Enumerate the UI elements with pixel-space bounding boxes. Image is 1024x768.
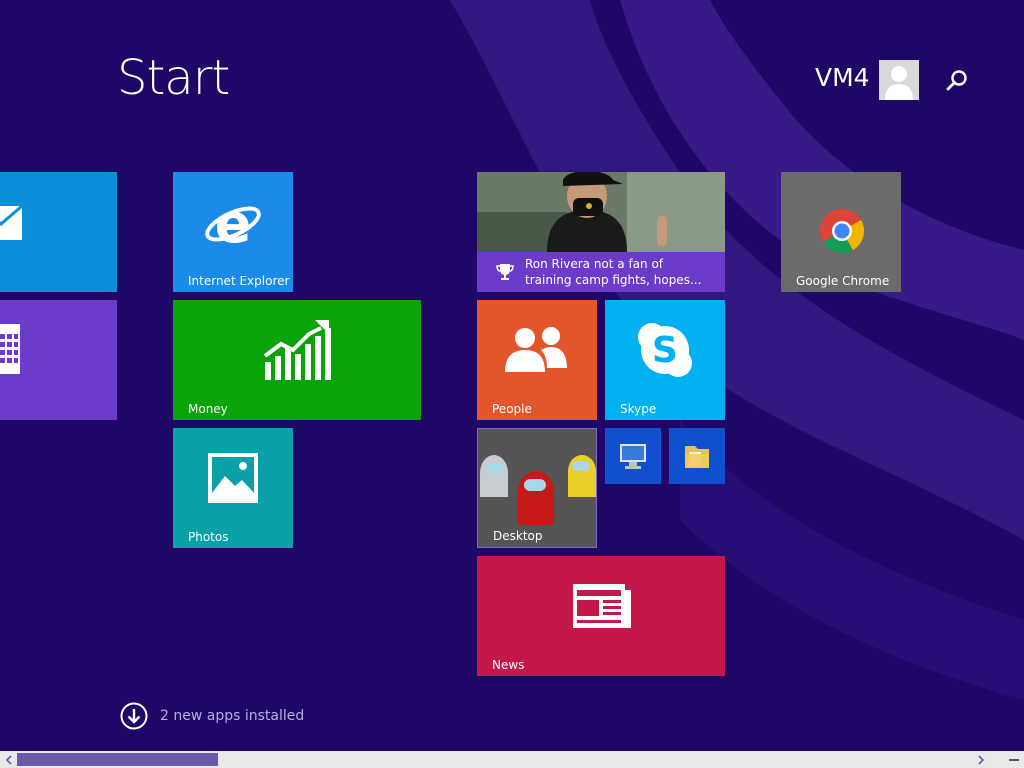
tile-label: People <box>492 402 532 416</box>
avatar[interactable] <box>879 60 919 100</box>
people-icon <box>505 327 567 372</box>
news-photo <box>477 172 725 252</box>
chevron-right-icon <box>977 754 984 765</box>
news-caption-band: Ron Rivera not a fan of training camp fi… <box>477 252 725 292</box>
scroll-left-button[interactable] <box>0 751 17 768</box>
newspaper-icon <box>573 584 631 628</box>
news-headline-line2: training camp fights, hopes... <box>525 273 702 287</box>
folder-icon <box>685 446 709 468</box>
tile-internet-explorer[interactable]: e Internet Explorer <box>173 172 293 292</box>
scroll-thumb[interactable] <box>17 753 218 766</box>
skype-icon: S <box>638 323 692 377</box>
chevron-left-icon <box>5 754 12 765</box>
calendar-icon <box>0 324 20 374</box>
tile-this-pc[interactable] <box>605 428 661 484</box>
svg-text:S: S <box>652 330 678 371</box>
tile-calendar[interactable] <box>0 300 117 420</box>
tile-skype[interactable]: S Skype <box>605 300 725 420</box>
tile-label: Photos <box>188 530 229 544</box>
tile-mail[interactable] <box>0 172 117 292</box>
page-title: Start <box>117 50 230 106</box>
tile-file-explorer[interactable] <box>669 428 725 484</box>
search-icon <box>946 70 967 91</box>
tile-label: News <box>492 658 525 672</box>
svg-text:e: e <box>215 194 252 254</box>
tile-label: Google Chrome <box>796 274 890 288</box>
user-avatar-icon <box>879 60 919 100</box>
tile-google-chrome[interactable]: Google Chrome <box>781 172 901 292</box>
computer-icon <box>620 444 646 469</box>
news-headline-line1: Ron Rivera not a fan of <box>525 257 664 271</box>
new-apps-notice[interactable]: 2 new apps installed <box>120 702 304 730</box>
search-button[interactable] <box>944 68 970 94</box>
new-apps-notice-text: 2 new apps installed <box>160 708 305 724</box>
tile-desktop[interactable]: Desktop <box>477 428 597 548</box>
tile-label: Desktop <box>493 529 543 543</box>
tile-photos[interactable]: Photos <box>173 428 293 548</box>
tile-label: Skype <box>620 402 657 416</box>
photo-icon <box>208 453 258 503</box>
news-headline: Ron Rivera not a fan of training camp fi… <box>525 256 701 288</box>
arrow-down-circle-icon <box>120 702 148 730</box>
mail-icon <box>0 204 23 240</box>
minus-icon <box>1009 758 1019 761</box>
scroll-right-button[interactable] <box>972 751 989 768</box>
tile-people[interactable]: People <box>477 300 597 420</box>
internet-explorer-icon: e <box>205 194 261 254</box>
horizontal-scrollbar[interactable] <box>0 751 1024 768</box>
chrome-icon <box>820 209 864 253</box>
chart-up-icon <box>263 320 331 380</box>
trophy-icon <box>496 264 514 280</box>
tile-news[interactable]: News <box>477 556 725 676</box>
tile-sports-news[interactable]: Ron Rivera not a fan of training camp fi… <box>477 172 725 292</box>
tile-money[interactable]: Money <box>173 300 421 420</box>
user-name[interactable]: VM4 <box>815 63 870 92</box>
zoom-out-button[interactable] <box>1004 751 1024 768</box>
tile-label: Money <box>188 402 228 416</box>
tile-label: Internet Explorer <box>188 274 290 288</box>
